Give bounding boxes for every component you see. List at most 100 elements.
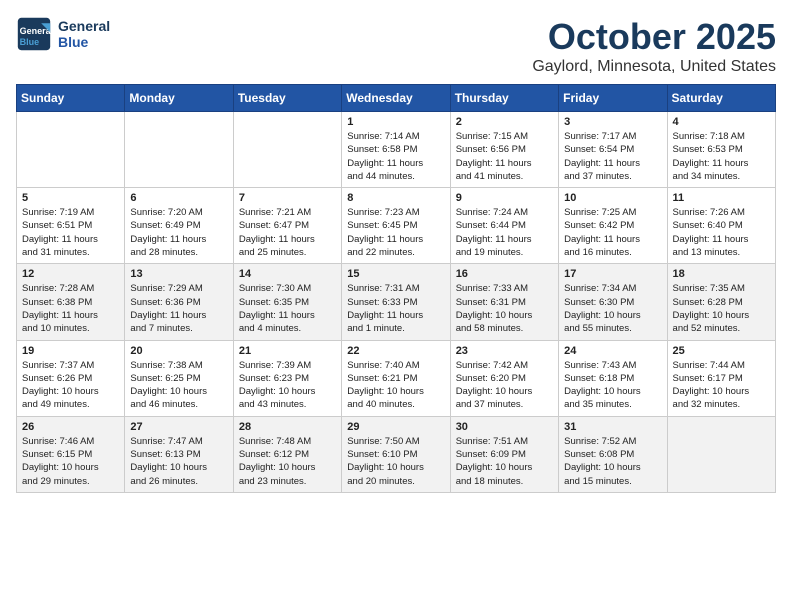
day-number: 12 [22, 268, 119, 280]
weekday-header: Wednesday [342, 85, 450, 112]
day-number: 15 [347, 268, 444, 280]
day-info: Sunrise: 7:15 AM Sunset: 6:56 PM Dayligh… [456, 130, 553, 183]
day-info: Sunrise: 7:42 AM Sunset: 6:20 PM Dayligh… [456, 359, 553, 412]
calendar-cell: 21Sunrise: 7:39 AM Sunset: 6:23 PM Dayli… [233, 340, 341, 416]
day-info: Sunrise: 7:17 AM Sunset: 6:54 PM Dayligh… [564, 130, 661, 183]
calendar-cell [125, 112, 233, 188]
calendar-cell: 30 Sunrise: 7:51 AM Sunset: 6:09 PM Dayli… [450, 416, 558, 492]
day-info: Sunrise: 7:51 AM Sunset: 6:09 PM Dayligh… [456, 435, 553, 488]
calendar-cell: 16 Sunrise: 7:33 AM Sunset: 6:31 PM Dayli… [450, 264, 558, 340]
day-number: 16 [456, 268, 553, 280]
day-number: 23 [456, 345, 553, 357]
day-number: 9 [456, 192, 553, 204]
day-info: Sunrise: 7:52 AM Sunset: 6:08 PM Dayligh… [564, 435, 661, 488]
svg-text:Blue: Blue [20, 37, 40, 47]
calendar-week-row: 1 Sunrise: 7:14 AM Sunset: 6:58 PM Daylig… [17, 112, 776, 188]
location-title: Gaylord, Minnesota, United States [532, 58, 776, 76]
day-number: 11 [673, 192, 770, 204]
day-number: 14 [239, 268, 336, 280]
day-number: 17 [564, 268, 661, 280]
day-number: 27 [130, 421, 227, 433]
day-info: Sunrise: 7:33 AM Sunset: 6:31 PM Dayligh… [456, 282, 553, 335]
weekday-header: Friday [559, 85, 667, 112]
calendar-cell: 8 Sunrise: 7:23 AM Sunset: 6:45 PM Daylig… [342, 188, 450, 264]
day-number: 6 [130, 192, 227, 204]
day-info: Sunrise: 7:37 AM Sunset: 6:26 PM Dayligh… [22, 359, 119, 412]
calendar-cell: 29 Sunrise: 7:50 AM Sunset: 6:10 PM Dayli… [342, 416, 450, 492]
weekday-header: Sunday [17, 85, 125, 112]
day-number: 5 [22, 192, 119, 204]
weekday-header: Tuesday [233, 85, 341, 112]
day-info: Sunrise: 7:34 AM Sunset: 6:30 PM Dayligh… [564, 282, 661, 335]
calendar-cell: 22Sunrise: 7:40 AM Sunset: 6:21 PM Dayli… [342, 340, 450, 416]
title-area: October 2025 Gaylord, Minnesota, United … [532, 16, 776, 76]
day-info: Sunrise: 7:47 AM Sunset: 6:13 PM Dayligh… [130, 435, 227, 488]
day-number: 13 [130, 268, 227, 280]
calendar-cell [233, 112, 341, 188]
calendar-cell: 11 Sunrise: 7:26 AM Sunset: 6:40 PM Dayli… [667, 188, 775, 264]
calendar: SundayMondayTuesdayWednesdayThursdayFrid… [16, 84, 776, 493]
day-info: Sunrise: 7:44 AM Sunset: 6:17 PM Dayligh… [673, 359, 770, 412]
calendar-cell: 28Sunrise: 7:48 AM Sunset: 6:12 PM Dayli… [233, 416, 341, 492]
calendar-cell: 2 Sunrise: 7:15 AM Sunset: 6:56 PM Daylig… [450, 112, 558, 188]
month-title: October 2025 [532, 16, 776, 58]
calendar-cell: 20 Sunrise: 7:38 AM Sunset: 6:25 PM Dayli… [125, 340, 233, 416]
weekday-header: Monday [125, 85, 233, 112]
weekday-header: Saturday [667, 85, 775, 112]
calendar-cell: 24Sunrise: 7:43 AM Sunset: 6:18 PM Dayli… [559, 340, 667, 416]
calendar-cell: 12 Sunrise: 7:28 AM Sunset: 6:38 PM Dayli… [17, 264, 125, 340]
calendar-cell: 31 Sunrise: 7:52 AM Sunset: 6:08 PM Dayli… [559, 416, 667, 492]
day-info: Sunrise: 7:31 AM Sunset: 6:33 PM Dayligh… [347, 282, 444, 335]
header: General Blue General Blue October 2025 G… [16, 16, 776, 76]
calendar-cell: 19 Sunrise: 7:37 AM Sunset: 6:26 PM Dayli… [17, 340, 125, 416]
calendar-header-row: SundayMondayTuesdayWednesdayThursdayFrid… [17, 85, 776, 112]
day-number: 28 [239, 421, 336, 433]
day-number: 26 [22, 421, 119, 433]
day-number: 22 [347, 345, 444, 357]
calendar-body: 1 Sunrise: 7:14 AM Sunset: 6:58 PM Daylig… [17, 112, 776, 493]
day-info: Sunrise: 7:28 AM Sunset: 6:38 PM Dayligh… [22, 282, 119, 335]
calendar-week-row: 12 Sunrise: 7:28 AM Sunset: 6:38 PM Dayli… [17, 264, 776, 340]
day-number: 2 [456, 116, 553, 128]
calendar-week-row: 19 Sunrise: 7:37 AM Sunset: 6:26 PM Dayli… [17, 340, 776, 416]
calendar-cell: 26Sunrise: 7:46 AM Sunset: 6:15 PM Dayli… [17, 416, 125, 492]
day-info: Sunrise: 7:26 AM Sunset: 6:40 PM Dayligh… [673, 206, 770, 259]
day-number: 30 [456, 421, 553, 433]
day-number: 24 [564, 345, 661, 357]
day-number: 1 [347, 116, 444, 128]
day-info: Sunrise: 7:14 AM Sunset: 6:58 PM Dayligh… [347, 130, 444, 183]
calendar-cell: 7Sunrise: 7:21 AM Sunset: 6:47 PM Daylig… [233, 188, 341, 264]
day-number: 10 [564, 192, 661, 204]
day-number: 25 [673, 345, 770, 357]
calendar-cell: 18Sunrise: 7:35 AM Sunset: 6:28 PM Dayli… [667, 264, 775, 340]
day-info: Sunrise: 7:30 AM Sunset: 6:35 PM Dayligh… [239, 282, 336, 335]
day-number: 29 [347, 421, 444, 433]
day-number: 4 [673, 116, 770, 128]
calendar-cell: 14 Sunrise: 7:30 AM Sunset: 6:35 PM Dayli… [233, 264, 341, 340]
calendar-cell: 23 Sunrise: 7:42 AM Sunset: 6:20 PM Dayli… [450, 340, 558, 416]
day-number: 20 [130, 345, 227, 357]
day-info: Sunrise: 7:25 AM Sunset: 6:42 PM Dayligh… [564, 206, 661, 259]
day-info: Sunrise: 7:21 AM Sunset: 6:47 PM Dayligh… [239, 206, 336, 259]
calendar-cell: 25 Sunrise: 7:44 AM Sunset: 6:17 PM Dayli… [667, 340, 775, 416]
day-info: Sunrise: 7:20 AM Sunset: 6:49 PM Dayligh… [130, 206, 227, 259]
day-info: Sunrise: 7:50 AM Sunset: 6:10 PM Dayligh… [347, 435, 444, 488]
calendar-cell: 15 Sunrise: 7:31 AM Sunset: 6:33 PM Dayli… [342, 264, 450, 340]
calendar-cell [667, 416, 775, 492]
day-number: 31 [564, 421, 661, 433]
calendar-cell: 3 Sunrise: 7:17 AM Sunset: 6:54 PM Daylig… [559, 112, 667, 188]
day-number: 3 [564, 116, 661, 128]
day-info: Sunrise: 7:38 AM Sunset: 6:25 PM Dayligh… [130, 359, 227, 412]
calendar-cell: 9 Sunrise: 7:24 AM Sunset: 6:44 PM Daylig… [450, 188, 558, 264]
day-info: Sunrise: 7:23 AM Sunset: 6:45 PM Dayligh… [347, 206, 444, 259]
day-info: Sunrise: 7:24 AM Sunset: 6:44 PM Dayligh… [456, 206, 553, 259]
day-info: Sunrise: 7:35 AM Sunset: 6:28 PM Dayligh… [673, 282, 770, 335]
calendar-week-row: 5Sunrise: 7:19 AM Sunset: 6:51 PM Daylig… [17, 188, 776, 264]
logo-text: General Blue [58, 18, 110, 50]
day-number: 19 [22, 345, 119, 357]
calendar-cell: 27 Sunrise: 7:47 AM Sunset: 6:13 PM Dayli… [125, 416, 233, 492]
calendar-cell: 6 Sunrise: 7:20 AM Sunset: 6:49 PM Daylig… [125, 188, 233, 264]
weekday-header: Thursday [450, 85, 558, 112]
calendar-cell: 10 Sunrise: 7:25 AM Sunset: 6:42 PM Dayli… [559, 188, 667, 264]
day-number: 8 [347, 192, 444, 204]
